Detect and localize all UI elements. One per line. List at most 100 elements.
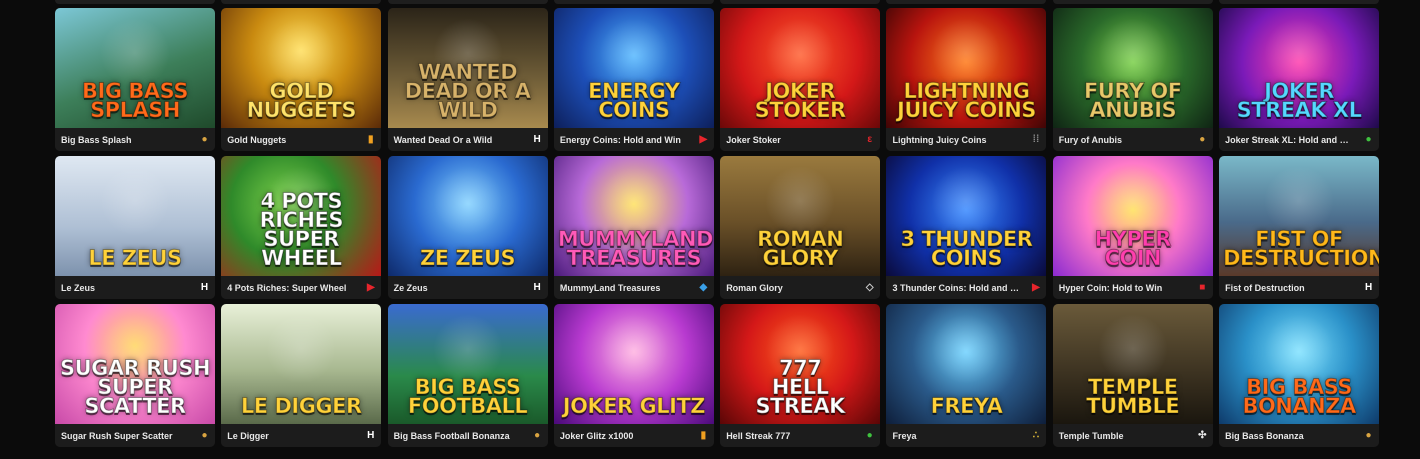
- game-thumbnail[interactable]: ENERGY COINS: [553, 8, 714, 128]
- game-info-bar: Sugar Rush Super Scatter ●: [55, 424, 215, 447]
- game-thumbnail[interactable]: MUMMYLAND TREASURES: [553, 156, 714, 276]
- thumbnail-artwork: [1097, 166, 1168, 236]
- 3oaks-icon: ●: [1365, 134, 1372, 145]
- game-name: 3 Thunder Coins: Hold and Win: [892, 282, 1023, 293]
- thumbnail-artwork: [432, 314, 503, 384]
- game-thumbnail[interactable]: BIG BASS SPLASH: [55, 8, 215, 128]
- thumbnail-artwork: [100, 18, 170, 88]
- game-name: Big Bass Football Bonanza: [393, 430, 510, 441]
- hacksaw-icon: H: [367, 430, 375, 441]
- game-card[interactable]: BIG BASS BONANZA Big Bass Bonanza ●: [1219, 304, 1380, 447]
- game-card[interactable]: WANTED DEAD OR A WILD Wanted Dead Or a Wi…: [387, 8, 548, 151]
- thumbnail-logo-text: BIG BASS FOOTBALL: [407, 375, 528, 418]
- thumbnail-artwork: [931, 18, 1002, 88]
- game-card[interactable]: FREYA Freya ∴: [886, 304, 1047, 447]
- game-card[interactable]: LE DIGGER Le Digger H: [221, 304, 382, 447]
- hacksaw-icon: H: [533, 134, 541, 145]
- thumbnail-artwork: [266, 18, 337, 88]
- game-thumbnail[interactable]: GOLD NUGGETS: [221, 8, 382, 128]
- game-name: Fist of Destruction: [1225, 282, 1305, 293]
- game-card[interactable]: TEMPLE TUMBLE Temple Tumble ✣: [1052, 304, 1213, 447]
- game-name: Hyper Coin: Hold to Win: [1058, 282, 1163, 293]
- game-thumbnail[interactable]: BIG BASS BONANZA: [1219, 304, 1380, 424]
- game-card[interactable]: LIGHTNING JUICY COINS Lightning Juicy Coi…: [886, 8, 1047, 151]
- game-card[interactable]: FURY OF ANUBIS Fury of Anubis ●: [1052, 8, 1213, 151]
- game-name: Le Zeus: [61, 282, 96, 293]
- game-thumbnail[interactable]: ZE ZEUS: [387, 156, 548, 276]
- game-thumbnail[interactable]: LIGHTNING JUICY COINS: [886, 8, 1047, 128]
- game-info-bar: Fury of Anubis ●: [1052, 128, 1213, 151]
- game-info-bar: Le Digger H: [221, 424, 382, 447]
- thumbnail-logo-text: FURY OF ANUBIS: [1083, 79, 1182, 122]
- thumbnail-logo-text: LIGHTNING JUICY COINS: [897, 79, 1037, 122]
- game-info-bar: Le Zeus H: [55, 276, 215, 299]
- yellow-dots-icon: ∴: [1032, 430, 1040, 441]
- game-thumbnail[interactable]: FURY OF ANUBIS: [1052, 8, 1213, 128]
- game-name: Fury of Anubis: [1058, 134, 1122, 145]
- game-card[interactable]: HYPER COIN Hyper Coin: Hold to Win ■: [1052, 156, 1213, 299]
- game-thumbnail[interactable]: LE DIGGER: [221, 304, 382, 424]
- game-thumbnail[interactable]: FREYA: [886, 304, 1047, 424]
- game-name: Big Bass Splash: [61, 134, 132, 145]
- game-name: Roman Glory: [726, 282, 783, 293]
- game-thumbnail[interactable]: HYPER COIN: [1052, 156, 1213, 276]
- game-name: Hell Streak 777: [726, 430, 791, 441]
- game-card[interactable]: 777 HELL STREAK Hell Streak 777 ●: [720, 304, 881, 447]
- red-square-icon: ■: [1199, 282, 1206, 293]
- thumbnail-logo-text: LE ZEUS: [88, 246, 183, 270]
- game-card[interactable]: BIG BASS SPLASH Big Bass Splash ●: [55, 8, 215, 151]
- game-thumbnail[interactable]: JOKER STREAK XL: [1219, 8, 1380, 128]
- blue-fish-icon: ◆: [699, 282, 708, 293]
- game-thumbnail[interactable]: ROMAN GLORY: [720, 156, 881, 276]
- game-thumbnail[interactable]: BIG BASS FOOTBALL: [387, 304, 548, 424]
- thumbnail-artwork: [598, 314, 669, 384]
- game-card[interactable]: ENERGY COINS Energy Coins: Hold and Win ▶: [553, 8, 714, 151]
- game-thumbnail[interactable]: 4 POTS RICHES SUPER WHEEL: [221, 156, 382, 276]
- game-info-bar: Ze Zeus H: [387, 276, 548, 299]
- game-thumbnail[interactable]: 3 THUNDER COINS: [886, 156, 1047, 276]
- grid-provider-icon: ⁞⁞: [1032, 134, 1040, 145]
- thumbnail-logo-text: 777 HELL STREAK: [755, 356, 846, 418]
- game-card[interactable]: BIG BASS FOOTBALL Big Bass Football Bonan…: [387, 304, 548, 447]
- game-card[interactable]: GOLD NUGGETS Gold Nuggets ▮: [221, 8, 382, 151]
- game-card[interactable]: ZE ZEUS Ze Zeus H: [387, 156, 548, 299]
- game-info-bar: Hell Streak 777 ●: [720, 424, 881, 447]
- game-name: 4 Pots Riches: Super Wheel: [227, 282, 347, 293]
- 3oaks-icon: ●: [866, 430, 873, 441]
- game-thumbnail[interactable]: WANTED DEAD OR A WILD: [387, 8, 548, 128]
- game-thumbnail[interactable]: JOKER GLITZ: [553, 304, 714, 424]
- game-info-bar: Temple Tumble ✣: [1052, 424, 1213, 447]
- thumbnail-logo-text: JOKER STOKER: [754, 79, 847, 122]
- thumbnail-artwork: [1264, 314, 1335, 384]
- game-card[interactable]: JOKER STREAK XL Joker Streak XL: Hold and…: [1219, 8, 1380, 151]
- game-card[interactable]: SUGAR RUSH SUPER SCATTER Sugar Rush Super…: [55, 304, 215, 447]
- game-thumbnail[interactable]: 777 HELL STREAK: [720, 304, 881, 424]
- thumbnail-logo-text: WANTED DEAD OR A WILD: [404, 60, 531, 122]
- game-card[interactable]: JOKER GLITZ Joker Glitz x1000 ▮: [553, 304, 714, 447]
- thumbnail-artwork: [598, 166, 669, 236]
- game-card[interactable]: LE ZEUS Le Zeus H: [55, 156, 215, 299]
- game-thumbnail[interactable]: LE ZEUS: [55, 156, 215, 276]
- game-info-bar: 3 Thunder Coins: Hold and Win ▶: [886, 276, 1047, 299]
- game-card[interactable]: 3 THUNDER COINS 3 Thunder Coins: Hold and…: [886, 156, 1047, 299]
- game-info-bar: Hyper Coin: Hold to Win ■: [1052, 276, 1213, 299]
- thumbnail-artwork: [931, 314, 1002, 384]
- thumbnail-artwork: [266, 314, 337, 384]
- thumbnail-logo-text: ZE ZEUS: [420, 246, 517, 270]
- game-thumbnail[interactable]: FIST OF DESTRUCTION: [1219, 156, 1380, 276]
- hacksaw-icon: H: [200, 282, 209, 293]
- game-thumbnail[interactable]: TEMPLE TUMBLE: [1052, 304, 1213, 424]
- game-info-bar: MummyLand Treasures ◆: [553, 276, 714, 299]
- game-card[interactable]: FIST OF DESTRUCTION Fist of Destruction H: [1219, 156, 1380, 299]
- thumbnail-logo-text: 4 POTS RICHES SUPER WHEEL: [259, 189, 344, 270]
- game-card[interactable]: MUMMYLAND TREASURES MummyLand Treasures ◆: [553, 156, 714, 299]
- game-thumbnail[interactable]: JOKER STOKER: [720, 8, 881, 128]
- thumbnail-logo-text: 3 THUNDER COINS: [900, 227, 1033, 270]
- game-card[interactable]: ROMAN GLORY Roman Glory ◇: [720, 156, 881, 299]
- game-card[interactable]: 4 POTS RICHES SUPER WHEEL 4 Pots Riches: …: [221, 156, 382, 299]
- game-info-bar: Gold Nuggets ▮: [221, 128, 382, 151]
- game-thumbnail[interactable]: SUGAR RUSH SUPER SCATTER: [55, 304, 215, 424]
- game-card[interactable]: JOKER STOKER Joker Stoker ε: [720, 8, 881, 151]
- thumbnail-logo-text: BIG BASS SPLASH: [82, 79, 189, 122]
- game-name: Big Bass Bonanza: [1225, 430, 1304, 441]
